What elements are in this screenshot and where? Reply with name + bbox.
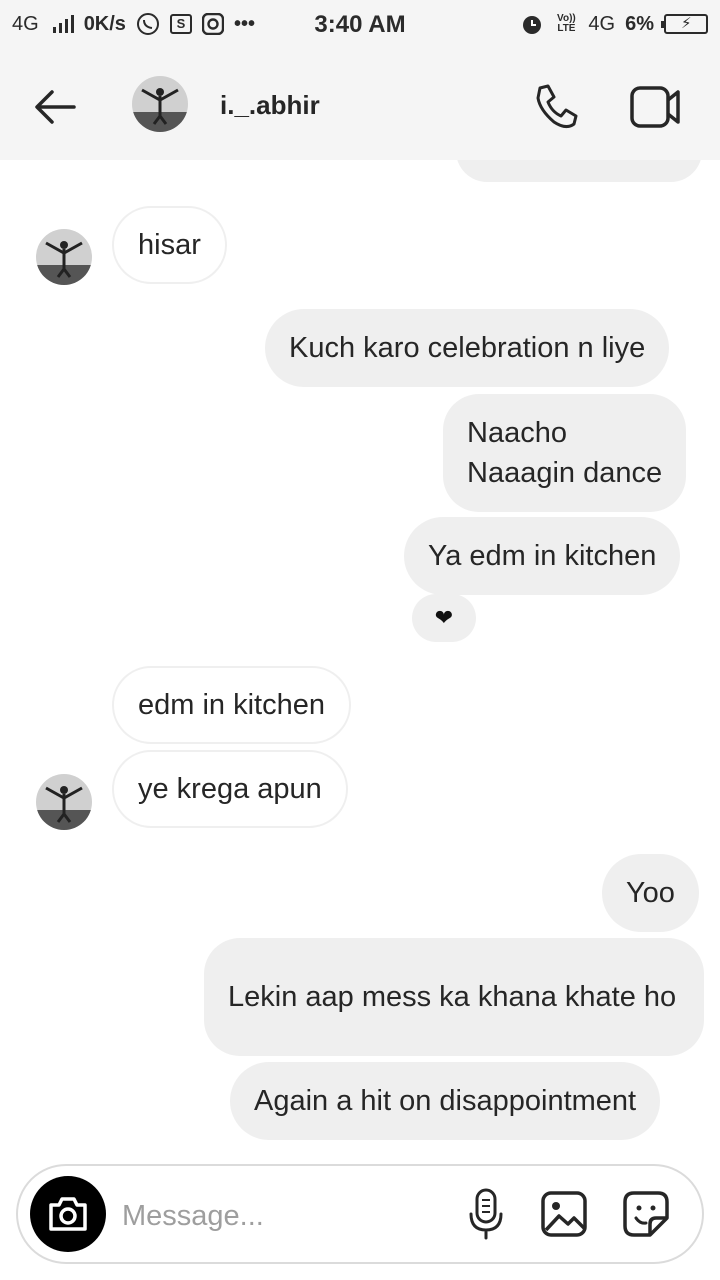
battery-icon: ⚡ — [661, 14, 708, 34]
incoming-message[interactable]: ye krega apun — [112, 750, 348, 828]
chat-username[interactable]: i._.abhir — [220, 90, 320, 121]
phone-icon[interactable] — [530, 80, 582, 132]
network-type-right: 4G — [588, 12, 616, 35]
sender-avatar — [36, 774, 92, 830]
chat-header: i._.abhir — [0, 52, 720, 160]
profile-avatar[interactable] — [132, 76, 188, 132]
camera-button[interactable] — [30, 1176, 106, 1252]
back-arrow-icon[interactable] — [30, 82, 80, 132]
status-bar: 4G 0K/s S ••• 3:40 AM Vo)) LTE 4G 6% ⚡ — [0, 0, 720, 52]
outgoing-message[interactable]: Lekin aap mess ka khana khate ho — [204, 938, 704, 1056]
outgoing-message[interactable]: Yoo — [602, 854, 699, 932]
message-thread[interactable]: hisar Kuch karo celebration n liye Naach… — [0, 160, 720, 1160]
video-camera-icon[interactable] — [628, 82, 684, 132]
outgoing-message[interactable]: Naacho Naaagin dance — [443, 394, 687, 512]
outgoing-message[interactable]: Kuch karo celebration n liye — [265, 309, 670, 387]
partial-message-bubble — [456, 160, 702, 182]
incoming-message[interactable]: hisar — [112, 206, 227, 284]
incoming-message[interactable]: edm in kitchen — [112, 666, 351, 744]
battery-percent: 6% — [625, 12, 654, 35]
microphone-icon[interactable] — [468, 1188, 504, 1240]
gallery-icon[interactable] — [540, 1190, 588, 1238]
message-input[interactable] — [122, 1196, 452, 1236]
outgoing-message[interactable]: Ya edm in kitchen — [404, 517, 681, 595]
status-right: Vo)) LTE 4G 6% ⚡ — [520, 12, 708, 36]
message-composer — [16, 1164, 704, 1264]
sticker-icon[interactable] — [622, 1190, 670, 1238]
outgoing-message[interactable]: Again a hit on disappointment — [230, 1062, 661, 1140]
sender-avatar — [36, 229, 92, 285]
volte-indicator: Vo)) LTE — [557, 13, 576, 34]
alarm-icon — [523, 16, 542, 34]
heart-reaction-icon[interactable]: ❤ — [412, 594, 476, 642]
camera-icon — [49, 1197, 87, 1231]
